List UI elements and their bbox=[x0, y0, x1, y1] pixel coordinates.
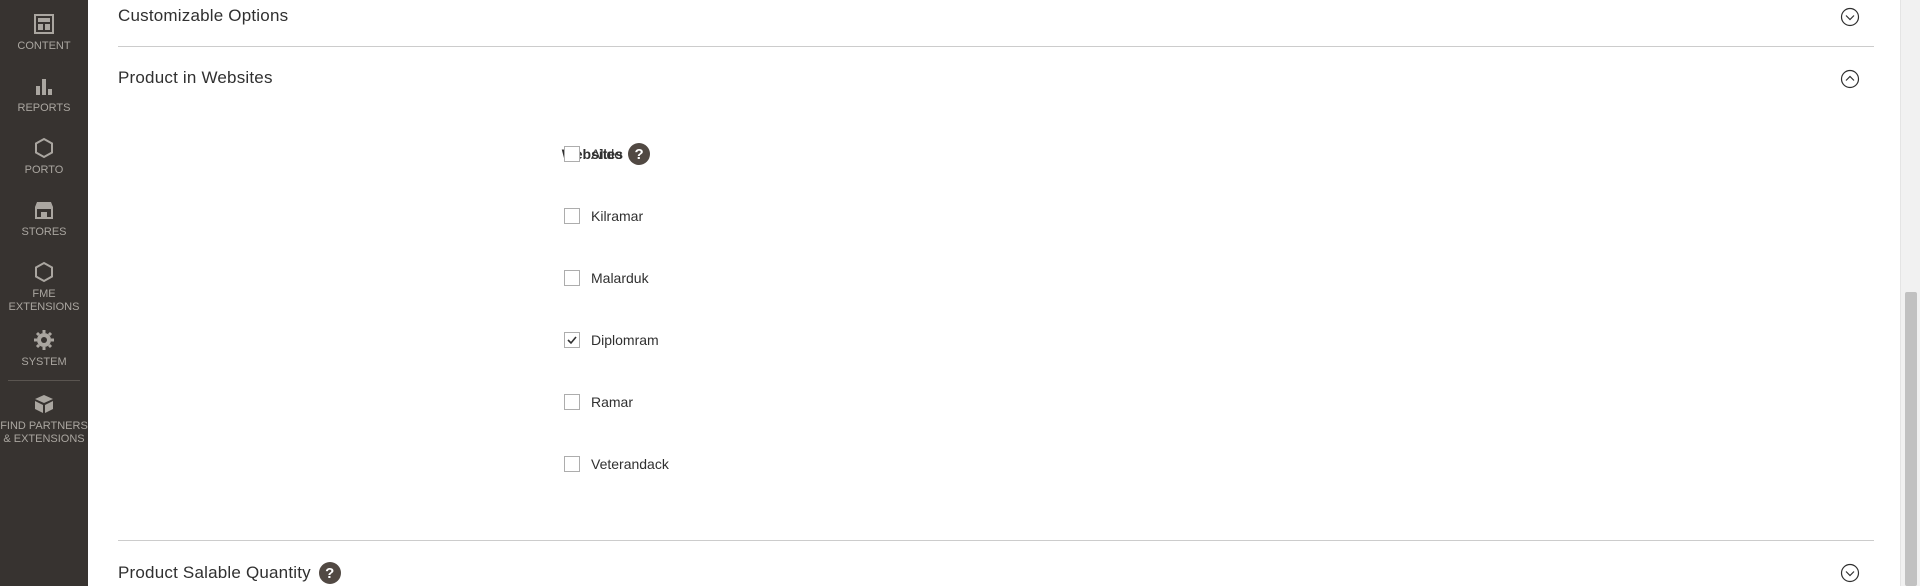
sidebar-item-label: & EXTENSIONS bbox=[3, 433, 85, 445]
section-title-product-salable-quantity[interactable]: Product Salable Quantity ? bbox=[118, 562, 341, 584]
website-option-veterandack[interactable]: Veterandack bbox=[564, 454, 669, 474]
checkbox-alldo[interactable] bbox=[564, 146, 580, 162]
admin-sidebar: CONTENT REPORTS PORTO STORES FME EXTENSI… bbox=[0, 0, 88, 586]
stores-icon bbox=[32, 198, 56, 222]
website-option-diplomram[interactable]: Diplomram bbox=[564, 330, 659, 350]
website-option-kilramar[interactable]: Kilramar bbox=[564, 206, 643, 226]
hexagon-icon bbox=[32, 260, 56, 284]
chevron-down-icon bbox=[1840, 563, 1860, 583]
sidebar-item-stores[interactable]: STORES bbox=[0, 198, 88, 239]
website-option-ramar[interactable]: Ramar bbox=[564, 392, 633, 412]
section-title-product-in-websites[interactable]: Product in Websites bbox=[118, 68, 273, 88]
reports-icon bbox=[32, 74, 56, 98]
help-icon[interactable]: ? bbox=[628, 143, 651, 165]
sidebar-divider bbox=[8, 380, 80, 381]
sidebar-item-fme-extensions[interactable]: FME EXTENSIONS bbox=[0, 260, 88, 314]
website-option-label: Diplomram bbox=[591, 332, 659, 348]
sidebar-item-label: PORTO bbox=[24, 164, 64, 176]
section-divider bbox=[118, 540, 1874, 541]
sidebar-item-label: EXTENSIONS bbox=[8, 301, 80, 313]
sidebar-item-label: REPORTS bbox=[17, 102, 71, 114]
website-option-label: Kilramar bbox=[591, 208, 644, 224]
chevron-up-icon bbox=[1840, 69, 1860, 89]
checkbox-kilramar[interactable] bbox=[564, 208, 580, 224]
sidebar-item-find-partners[interactable]: FIND PARTNERS & EXTENSIONS bbox=[0, 392, 88, 446]
website-option-label: Malarduk bbox=[591, 270, 649, 286]
box-icon bbox=[32, 392, 56, 416]
sidebar-item-system[interactable]: SYSTEM bbox=[0, 328, 88, 369]
main-content: Customizable Options Product in Websites… bbox=[88, 0, 1900, 586]
sidebar-item-label: CONTENT bbox=[17, 40, 71, 52]
sidebar-item-label: FME bbox=[32, 288, 56, 300]
content-icon bbox=[32, 12, 56, 36]
checkbox-diplomram[interactable] bbox=[564, 332, 580, 348]
help-icon[interactable]: ? bbox=[318, 562, 341, 584]
collapse-product-in-websites-button[interactable] bbox=[1840, 69, 1860, 89]
section-title-customizable-options[interactable]: Customizable Options bbox=[118, 6, 288, 26]
vertical-scrollbar[interactable] bbox=[1900, 0, 1920, 586]
sidebar-item-label: STORES bbox=[21, 226, 67, 238]
website-option-label: Veterandack bbox=[591, 456, 669, 472]
website-option-label: Ramar bbox=[591, 394, 634, 410]
expand-customizable-options-button[interactable] bbox=[1840, 7, 1860, 27]
checkbox-veterandack[interactable] bbox=[564, 456, 580, 472]
website-option-alldo[interactable]: Alldo ? bbox=[564, 143, 651, 165]
sidebar-item-label: FIND PARTNERS bbox=[0, 420, 88, 432]
website-option-malarduk[interactable]: Malarduk bbox=[564, 268, 649, 288]
sidebar-item-porto[interactable]: PORTO bbox=[0, 136, 88, 177]
website-option-label: Alldo bbox=[591, 146, 623, 162]
checkbox-ramar[interactable] bbox=[564, 394, 580, 410]
gear-icon bbox=[32, 328, 56, 352]
scrollbar-thumb[interactable] bbox=[1905, 292, 1917, 586]
expand-product-salable-quantity-button[interactable] bbox=[1840, 563, 1860, 583]
hexagon-icon bbox=[32, 136, 56, 160]
sidebar-item-content[interactable]: CONTENT bbox=[0, 12, 88, 53]
sidebar-item-label: SYSTEM bbox=[21, 356, 67, 368]
section-divider bbox=[118, 46, 1874, 47]
sidebar-item-reports[interactable]: REPORTS bbox=[0, 74, 88, 115]
checkbox-malarduk[interactable] bbox=[564, 270, 580, 286]
chevron-down-icon bbox=[1840, 7, 1860, 27]
checkmark-icon bbox=[567, 336, 577, 345]
section-title-text: Product Salable Quantity bbox=[118, 563, 311, 582]
